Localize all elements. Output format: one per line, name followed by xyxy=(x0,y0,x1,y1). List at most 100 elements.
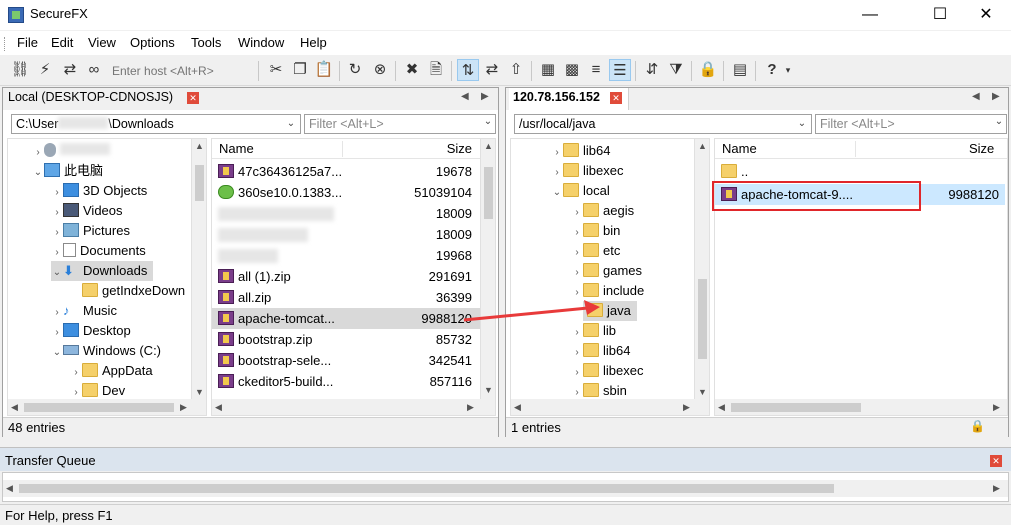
tree-item-this-pc[interactable]: ⌄ 此电脑 xyxy=(32,161,103,181)
scroll-left-icon[interactable]: ◀ xyxy=(215,402,222,413)
scroll-down-icon[interactable]: ▼ xyxy=(195,387,204,397)
scroll-right-icon[interactable]: ▶ xyxy=(993,483,1000,494)
tab-right-arrow-icon[interactable]: ▶ xyxy=(992,91,1000,102)
file-row[interactable]: bootstrap.zip 85732 xyxy=(212,329,480,350)
file-row[interactable]: 360se10.0.1383... 51039104 xyxy=(212,182,480,203)
minimize-button[interactable]: — xyxy=(847,0,893,30)
large-icons-icon[interactable]: ▦ xyxy=(537,59,559,81)
scrollbar-thumb[interactable] xyxy=(19,484,834,493)
quick-connect-icon[interactable]: ⚡ xyxy=(34,59,56,81)
tree-item-getindxedown[interactable]: getIndxeDown xyxy=(70,281,185,301)
scrollbar-thumb[interactable] xyxy=(484,167,493,219)
tab-left-arrow-icon[interactable]: ◀ xyxy=(972,91,980,102)
close-button[interactable]: ✕ xyxy=(963,0,1009,30)
remote-tree-item[interactable]: › lib64 xyxy=(551,141,610,161)
scroll-left-icon[interactable]: ◀ xyxy=(6,483,13,494)
remote-tree-item[interactable]: › sbin xyxy=(571,381,627,401)
tree-item-music[interactable]: › ♪ Music xyxy=(51,301,117,321)
file-row-selected[interactable]: apache-tomcat... 9988120 xyxy=(212,308,480,329)
menu-file[interactable]: File xyxy=(17,35,38,50)
scroll-right-icon[interactable]: ▶ xyxy=(993,402,1000,413)
menu-options[interactable]: Options xyxy=(130,35,175,50)
scroll-down-icon[interactable]: ▼ xyxy=(484,385,493,395)
file-row[interactable]: all (1).zip 291691 xyxy=(212,266,480,287)
remote-tree-item[interactable]: › etc xyxy=(571,241,620,261)
session-manager-icon[interactable]: ▤ xyxy=(729,59,751,81)
tree-item-3d-objects[interactable]: › 3D Objects xyxy=(51,181,147,201)
sort-icon[interactable]: ⇵ xyxy=(641,59,663,81)
tree-item-desktop[interactable]: › Desktop xyxy=(51,321,131,341)
remote-path-combobox[interactable]: /usr/local/java ⌄ xyxy=(514,114,812,134)
small-icons-icon[interactable]: ▩ xyxy=(561,59,583,81)
file-row[interactable]: 18009 xyxy=(212,203,480,224)
scroll-right-icon[interactable]: ▶ xyxy=(467,402,474,413)
tree-item-user[interactable]: › xyxy=(32,141,110,161)
scrollbar-thumb[interactable] xyxy=(24,403,174,412)
remote-tree-item[interactable]: › bin xyxy=(571,221,620,241)
local-tab-label[interactable]: Local (DESKTOP-CDNOSJS) xyxy=(8,90,173,104)
copy-icon[interactable]: ❐ xyxy=(289,59,311,81)
scroll-right-icon[interactable]: ▶ xyxy=(683,402,690,413)
menu-help[interactable]: Help xyxy=(300,35,327,50)
swap-panes-icon[interactable]: ⇄ xyxy=(481,59,503,81)
scroll-right-icon[interactable]: ▶ xyxy=(180,402,187,413)
reconnect-icon[interactable]: ⇄ xyxy=(59,59,81,81)
remote-filter-input[interactable]: Filter <Alt+L> xyxy=(815,114,1007,134)
close-tab-icon[interactable]: ✕ xyxy=(610,92,622,104)
list-vertical-scrollbar[interactable]: ▲ ▼ xyxy=(480,139,495,401)
close-tab-icon[interactable]: ✕ xyxy=(187,92,199,104)
column-name[interactable]: Name xyxy=(722,139,757,159)
file-row[interactable]: 19968 xyxy=(212,245,480,266)
disconnect-icon[interactable]: ∞ xyxy=(83,59,105,81)
tree-item-dev[interactable]: › Dev xyxy=(70,381,125,401)
paste-icon[interactable]: 📋 xyxy=(313,59,335,81)
list-horizontal-scrollbar[interactable]: ◀ ▶ xyxy=(212,399,495,415)
remote-tree-horizontal-scrollbar[interactable]: ◀ ▶ xyxy=(511,399,709,415)
list-view-icon[interactable]: ≡ xyxy=(585,59,607,81)
details-view-icon[interactable]: ☰ xyxy=(609,59,631,81)
delete-icon[interactable]: ✖ xyxy=(401,59,423,81)
tab-left-arrow-icon[interactable]: ◀ xyxy=(461,91,469,102)
filter-dropdown-icon[interactable]: ⌄ xyxy=(481,116,495,127)
lock-icon[interactable]: 🔒 xyxy=(697,59,719,81)
remote-tree-item[interactable]: › lib64 xyxy=(571,341,630,361)
scroll-up-icon[interactable]: ▲ xyxy=(698,141,707,151)
remote-tree-item[interactable]: › games xyxy=(571,261,642,281)
remote-list-horizontal-scrollbar[interactable]: ◀ ▶ xyxy=(715,399,1007,415)
scroll-left-icon[interactable]: ◀ xyxy=(11,402,18,413)
filter-icon[interactable]: ⧩ xyxy=(665,59,687,81)
properties-icon[interactable]: 🗎 xyxy=(425,59,447,81)
column-size[interactable]: Size xyxy=(969,139,994,159)
chevron-down-icon[interactable]: ⌄ xyxy=(795,115,809,133)
scroll-up-icon[interactable]: ▲ xyxy=(195,141,204,151)
menu-tools[interactable]: Tools xyxy=(191,35,221,50)
sync-browse-icon[interactable]: ⇅ xyxy=(457,59,479,81)
remote-tree-item[interactable]: › aegis xyxy=(571,201,634,221)
transfer-queue-scrollbar[interactable]: ◀ ▶ xyxy=(3,480,1008,497)
tab-right-arrow-icon[interactable]: ▶ xyxy=(481,91,489,102)
up-folder-icon[interactable]: ⇧ xyxy=(505,59,527,81)
scrollbar-thumb[interactable] xyxy=(195,165,204,201)
file-row[interactable]: 18009 xyxy=(212,224,480,245)
remote-tree-item[interactable]: › libexec xyxy=(551,161,623,181)
tree-horizontal-scrollbar[interactable]: ◀ ▶ xyxy=(8,399,206,415)
tree-item-downloads[interactable]: ⌄ ⬇ Downloads xyxy=(51,261,154,281)
tree-item-documents[interactable]: › Documents xyxy=(51,241,146,261)
tree-item-appdata[interactable]: › AppData xyxy=(70,361,153,381)
tree-item-pictures[interactable]: › Pictures xyxy=(51,221,130,241)
scroll-down-icon[interactable]: ▼ xyxy=(698,387,707,397)
tree-item-windows-c[interactable]: ⌄ Windows (C:) xyxy=(51,341,161,361)
column-name[interactable]: Name xyxy=(219,139,254,159)
help-icon[interactable]: ? xyxy=(761,59,783,81)
maximize-button[interactable]: ☐ xyxy=(917,0,963,30)
file-row[interactable]: 47c36436125a7... 19678 xyxy=(212,161,480,182)
tree-item-videos[interactable]: › Videos xyxy=(51,201,123,221)
refresh-icon[interactable]: ↻ xyxy=(344,59,366,81)
close-transfer-queue-icon[interactable]: ✕ xyxy=(990,455,1002,467)
remote-tree-item[interactable]: › libexec xyxy=(571,361,643,381)
host-input[interactable] xyxy=(112,62,252,80)
file-row[interactable]: bootstrap-sele... 342541 xyxy=(212,350,480,371)
filter-dropdown-icon[interactable]: ⌄ xyxy=(992,116,1006,127)
chevron-down-icon[interactable]: ⌄ xyxy=(284,115,298,133)
file-row[interactable]: ckeditor5-build... 857116 xyxy=(212,371,480,392)
